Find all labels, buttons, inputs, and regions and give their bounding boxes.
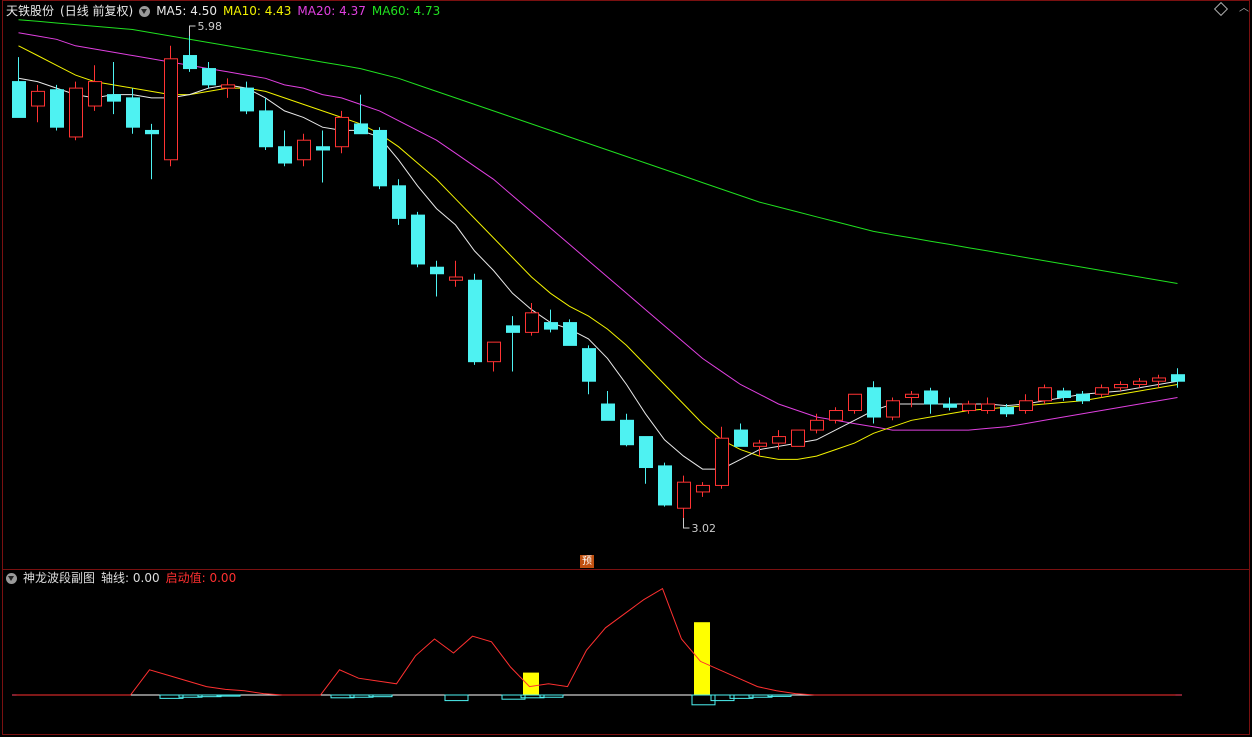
ma10-line	[18, 45, 1178, 460]
candle-body	[981, 403, 995, 412]
candle-body	[753, 442, 767, 447]
candle-body	[145, 129, 159, 135]
candle-body	[829, 410, 843, 421]
candle-body	[1171, 374, 1185, 382]
sub-cyan-block	[767, 694, 792, 697]
candle-body	[658, 465, 672, 506]
candle-body	[696, 484, 710, 493]
candle-body	[468, 279, 482, 363]
candle-body	[411, 214, 425, 265]
sub-cyan-block	[501, 694, 526, 700]
candle-body	[506, 325, 520, 333]
candle-body	[487, 341, 501, 363]
candle-body	[601, 403, 615, 421]
candle-body	[202, 68, 216, 86]
sub-cyan-block	[710, 694, 735, 702]
candle-body	[221, 84, 235, 89]
ma20-line	[18, 32, 1178, 431]
sub-cyan-block	[729, 694, 754, 699]
sub-cyan-block	[159, 694, 184, 699]
sub-yellow-bar	[523, 672, 539, 695]
candle-body	[620, 419, 634, 446]
candle-body	[677, 481, 691, 509]
candle-body	[430, 266, 444, 275]
candle-body	[810, 419, 824, 431]
candle-body	[183, 55, 197, 70]
candle-body	[12, 81, 26, 118]
candle-body	[316, 146, 330, 151]
candle-body	[354, 123, 368, 135]
candle-body	[772, 436, 786, 444]
candle-body	[563, 322, 577, 346]
candle-body	[943, 403, 957, 408]
candle-body	[335, 116, 349, 148]
candle-body	[259, 110, 273, 148]
candle-body	[126, 97, 140, 128]
sub-cyan-block	[216, 694, 241, 697]
high-marker-label: 5.98	[198, 20, 223, 33]
candle-body	[1133, 380, 1147, 385]
candle-body	[88, 81, 102, 107]
candle-body	[582, 348, 596, 382]
candle-body	[715, 437, 729, 486]
candle-body	[1095, 387, 1109, 395]
candle-body	[525, 312, 539, 333]
candle-body	[50, 89, 64, 128]
candle-body	[373, 129, 387, 187]
candle-body	[544, 322, 558, 330]
low-marker-label: 3.02	[692, 522, 717, 535]
high-marker-arrow	[189, 25, 196, 36]
candle-body	[734, 429, 748, 447]
candle-body	[1038, 387, 1052, 402]
candle-body	[69, 87, 83, 138]
candle-body	[392, 185, 406, 219]
candle-body	[1057, 390, 1071, 398]
price-chart[interactable]: 5.98 3.02	[0, 0, 1252, 737]
candle-body	[449, 276, 463, 281]
low-marker-arrow	[683, 518, 690, 529]
candle-body	[924, 390, 938, 405]
candle-body	[1000, 406, 1014, 415]
candle-body	[1114, 383, 1128, 389]
candle-body	[886, 400, 900, 418]
sub-cyan-block	[368, 694, 393, 698]
candle-body	[278, 146, 292, 164]
sub-red-line	[16, 587, 1176, 696]
candle-body	[639, 436, 653, 469]
candle-body	[905, 393, 919, 399]
candle-body	[107, 94, 121, 102]
candle-body	[240, 87, 254, 112]
candle-body	[791, 429, 805, 447]
candle-body	[867, 387, 881, 418]
sub-yellow-bar	[694, 622, 710, 695]
candle-body	[962, 403, 976, 412]
sub-cyan-block	[444, 694, 469, 702]
candle-body	[1019, 400, 1033, 412]
candle-body	[164, 58, 178, 161]
candle-body	[848, 393, 862, 412]
candle-body	[31, 90, 45, 107]
candle-body	[1152, 377, 1166, 382]
candle-body	[1076, 393, 1090, 402]
sub-cyan-block	[691, 694, 716, 706]
candle-body	[297, 139, 311, 161]
sub-cyan-block	[539, 694, 564, 698]
